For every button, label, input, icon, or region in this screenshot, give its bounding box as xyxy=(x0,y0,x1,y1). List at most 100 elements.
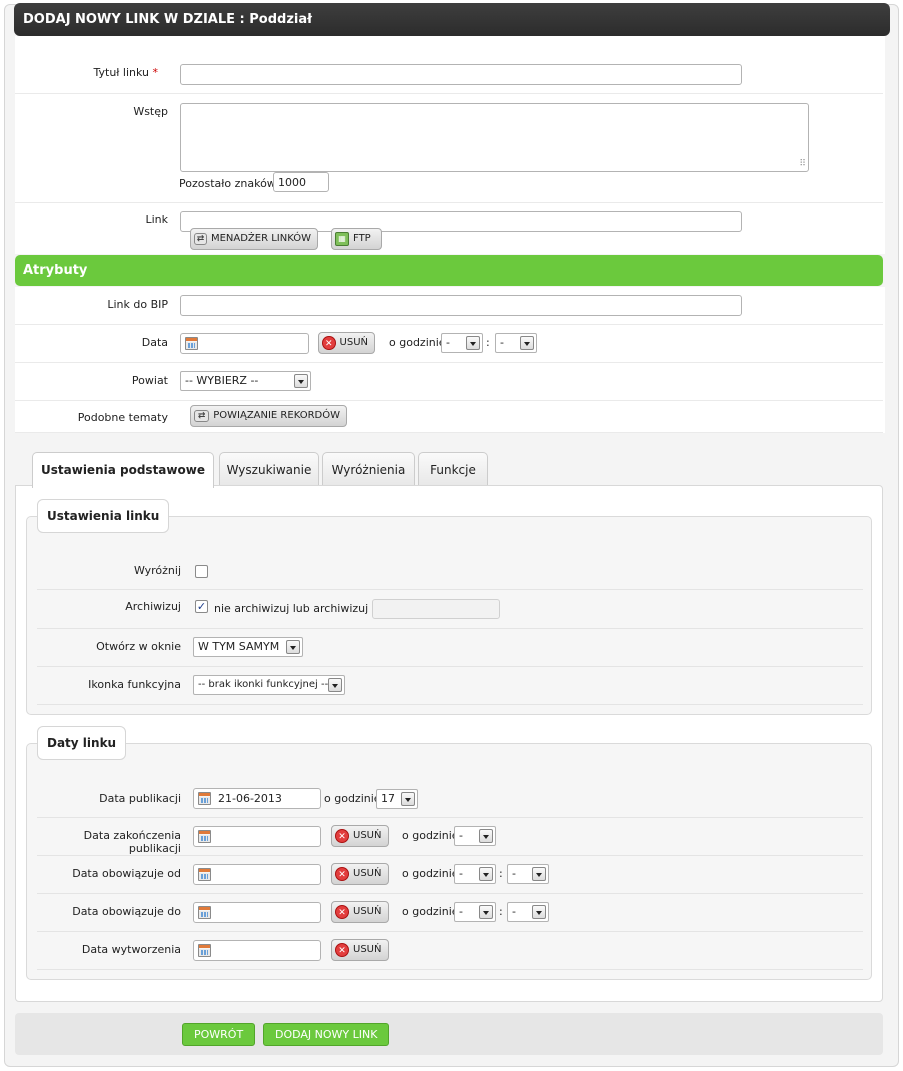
relate-records-button[interactable]: ⇄ POWIĄZANIE REKORDÓW xyxy=(190,405,347,427)
valid-from-input[interactable] xyxy=(193,864,321,885)
icon-label: Ikonka funkcyjna xyxy=(88,678,181,691)
chevron-down-icon xyxy=(286,640,300,654)
time-colon: : xyxy=(499,905,503,918)
link-dates-legend: Daty linku xyxy=(37,726,127,760)
county-select[interactable]: -- WYBIERZ -- xyxy=(180,371,311,391)
valid-to-input[interactable] xyxy=(193,902,321,923)
link-dates-fieldset: Data publikacji 21-06-2013 o godzinie 17… xyxy=(26,743,872,980)
link-chain-icon: ⇄ xyxy=(194,233,207,245)
link-manager-button[interactable]: ⇄ MENADŻER LINKÓW xyxy=(190,228,318,250)
tab-basic-settings[interactable]: Ustawienia podstawowe xyxy=(32,452,214,488)
title-row: Tytuł linku * xyxy=(15,56,883,94)
function-icon-select[interactable]: -- brak ikonki funkcyjnej -- xyxy=(193,675,345,695)
chevron-down-icon xyxy=(532,905,546,919)
calendar-icon[interactable] xyxy=(198,906,211,919)
chevron-down-icon xyxy=(466,336,480,350)
time-colon: : xyxy=(499,867,503,880)
chevron-down-icon xyxy=(532,867,546,881)
calendar-icon[interactable] xyxy=(198,792,211,805)
minute-select[interactable]: - xyxy=(495,333,537,353)
intro-textarea[interactable]: ⠿ xyxy=(180,103,809,172)
archive-checkbox[interactable]: ✓ xyxy=(195,600,208,613)
open-in-select[interactable]: W TYM SAMYM xyxy=(193,637,303,657)
pub-date-row: Data publikacji 21-06-2013 o godzinie 17 xyxy=(37,780,863,818)
bip-input[interactable] xyxy=(180,295,742,316)
valid-to-label: Data obowiązuje do xyxy=(72,905,181,918)
page: DODAJ NOWY LINK W DZIALE : Poddział Tytu… xyxy=(0,0,903,1071)
hour-select[interactable]: - xyxy=(441,333,483,353)
delete-x-icon: ✕ xyxy=(335,943,349,957)
bip-label: Link do BIP xyxy=(107,298,168,311)
required-mark: * xyxy=(152,66,159,79)
valid-from-hour-select[interactable]: - xyxy=(454,864,496,884)
calendar-icon[interactable] xyxy=(198,944,211,957)
similar-label: Podobne tematy xyxy=(77,411,168,424)
chevron-down-icon xyxy=(328,678,342,692)
delete-x-icon: ✕ xyxy=(335,867,349,881)
county-label: Powiat xyxy=(131,374,168,387)
valid-from-delete-button[interactable]: ✕ USUŃ xyxy=(331,863,389,885)
tab-highlights[interactable]: Wyróżnienia xyxy=(322,452,415,485)
end-at-hour-label: o godzinie xyxy=(402,829,459,842)
bip-row: Link do BIP xyxy=(15,286,883,325)
calendar-icon[interactable] xyxy=(198,830,211,843)
back-button[interactable]: POWRÓT xyxy=(182,1023,256,1046)
county-row: Powiat -- WYBIERZ -- xyxy=(15,363,883,401)
pub-date-input[interactable]: 21-06-2013 xyxy=(193,788,321,809)
tab-functions[interactable]: Funkcje xyxy=(418,452,488,485)
open-in-row: Otwórz w oknie W TYM SAMYM xyxy=(37,629,863,667)
end-date-input[interactable] xyxy=(193,826,321,847)
time-colon: : xyxy=(486,336,490,349)
chevron-down-icon xyxy=(479,905,493,919)
remaining-label: Pozostało znaków: xyxy=(179,177,279,190)
link-chain-icon: ⇄ xyxy=(194,410,210,422)
valid-to-hour-select[interactable]: - xyxy=(454,902,496,922)
pub-hour-select[interactable]: 17 xyxy=(376,789,418,809)
date-delete-button[interactable]: ✕ USUŃ xyxy=(318,332,375,354)
link-settings-fieldset: Wyróżnij Archiwizuj ✓ nie archiwizuj lub… xyxy=(26,516,872,715)
date-row: Data ✕ USUŃ o godzinie - : - xyxy=(15,325,883,363)
ftp-button[interactable]: ▦ FTP xyxy=(331,228,382,250)
created-date-delete-button[interactable]: ✕ USUŃ xyxy=(331,939,389,961)
title-input[interactable] xyxy=(180,64,742,85)
archive-text: nie archiwizuj lub archiwizuj dnia xyxy=(214,602,396,615)
highlight-checkbox[interactable] xyxy=(195,565,208,578)
valid-from-label: Data obowiązuje od xyxy=(72,867,181,880)
chevron-down-icon xyxy=(479,829,493,843)
chevron-down-icon xyxy=(294,374,308,388)
valid-from-row: Data obowiązuje od ✕ USUŃ o godzinie - : … xyxy=(37,856,863,894)
end-hour-select[interactable]: - xyxy=(454,826,496,846)
similar-row: Podobne tematy ⇄ POWIĄZANIE REKORDÓW xyxy=(15,401,883,433)
attributes-header: Atrybuty xyxy=(15,255,883,286)
open-in-label: Otwórz w oknie xyxy=(96,640,181,653)
resize-grip-icon[interactable]: ⠿ xyxy=(799,160,806,169)
valid-from-minute-select[interactable]: - xyxy=(507,864,549,884)
intro-row: Wstęp ⠿ Pozostało znaków: 1000 xyxy=(15,94,883,203)
remaining-counter: 1000 xyxy=(273,172,329,192)
archive-label: Archiwizuj xyxy=(125,600,181,613)
intro-label: Wstęp xyxy=(133,105,168,118)
created-date-input[interactable] xyxy=(193,940,321,961)
valid-to-row: Data obowiązuje do ✕ USUŃ o godzinie - : … xyxy=(37,894,863,932)
date-input[interactable] xyxy=(180,333,309,354)
icon-row: Ikonka funkcyjna -- brak ikonki funkcyjn… xyxy=(37,667,863,705)
end-date-label: Data zakończenia publikacji xyxy=(83,829,181,855)
valid-to-delete-button[interactable]: ✕ USUŃ xyxy=(331,901,389,923)
page-title: DODAJ NOWY LINK W DZIALE : Poddział xyxy=(14,3,890,36)
valid-to-minute-select[interactable]: - xyxy=(507,902,549,922)
tab-search[interactable]: Wyszukiwanie xyxy=(219,452,319,485)
calendar-icon[interactable] xyxy=(185,337,198,350)
archive-row: Archiwizuj ✓ nie archiwizuj lub archiwiz… xyxy=(37,590,863,629)
calendar-icon[interactable] xyxy=(198,868,211,881)
delete-x-icon: ✕ xyxy=(335,829,349,843)
archive-date-input[interactable] xyxy=(372,599,500,619)
end-date-delete-button[interactable]: ✕ USUŃ xyxy=(331,825,389,847)
link-row: Link ⇄ MENADŻER LINKÓW ▦ FTP xyxy=(15,203,883,255)
add-link-button[interactable]: DODAJ NOWY LINK xyxy=(263,1023,390,1046)
date-label: Data xyxy=(141,336,168,349)
at-hour-label: o godzinie xyxy=(389,336,446,349)
chevron-down-icon xyxy=(479,867,493,881)
highlight-label: Wyróżnij xyxy=(133,564,181,577)
chevron-down-icon xyxy=(401,792,415,806)
form-footer: POWRÓT DODAJ NOWY LINK xyxy=(15,1013,883,1055)
